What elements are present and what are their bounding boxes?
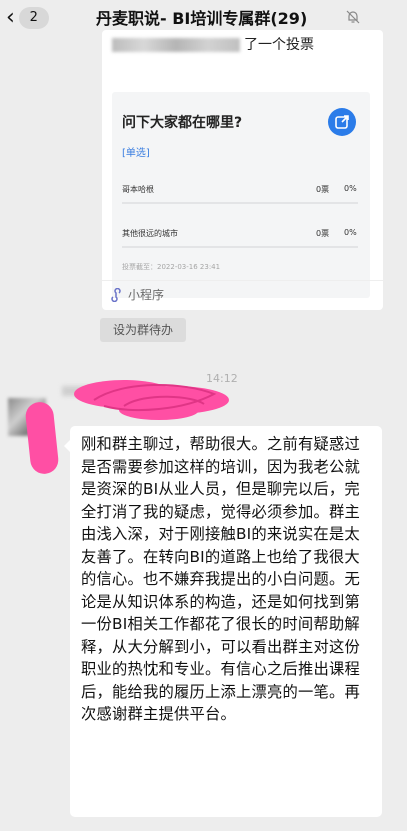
back-button[interactable]: ‹ 2 <box>6 6 58 30</box>
chevron-left-icon: ‹ <box>6 5 15 30</box>
chat-header: ‹ 2 丹麦职说- BI培训专属群(29) <box>0 0 407 34</box>
shared-poll-card[interactable]: 了一个投票 问下大家都在哪里? [单选] 哥本哈根 0票 0% 其他很远的城市 … <box>102 30 383 310</box>
poll-option-bar <box>122 202 358 204</box>
share-icon[interactable] <box>328 108 356 136</box>
mini-program-source: 小程序 <box>110 286 164 303</box>
divider <box>102 280 383 281</box>
poll-option-bar <box>122 246 358 248</box>
poll-option-votes: 0票 <box>316 185 330 194</box>
chat-title: 丹麦职说- BI培训专属群(29) <box>96 9 308 28</box>
mini-program-label: 小程序 <box>128 288 165 302</box>
unread-count-badge: 2 <box>18 7 49 29</box>
poll-option: 其他很远的城市 0票 0% <box>122 228 358 248</box>
redacted-name <box>112 38 240 52</box>
message-text: 刚和群主聊过，帮助很大。之前有疑惑过是否需要参加这样的培训，因为我老公就是资深的… <box>81 435 360 723</box>
poll-option-label: 其他很远的城市 <box>122 229 178 238</box>
redaction-scribble <box>24 400 60 476</box>
mini-program-icon <box>111 287 121 302</box>
message-bubble[interactable]: 刚和群主聊过，帮助很大。之前有疑惑过是否需要参加这样的培训，因为我老公就是资深的… <box>64 426 382 817</box>
poll-type: [单选] <box>122 148 150 159</box>
set-group-todo-button[interactable]: 设为群待办 <box>100 318 186 342</box>
card-header: 了一个投票 <box>112 34 372 58</box>
poll-option-label: 哥本哈根 <box>122 185 154 194</box>
poll-preview[interactable]: 问下大家都在哪里? [单选] 哥本哈根 0票 0% 其他很远的城市 0票 0% … <box>112 92 370 298</box>
redaction-scribble <box>74 380 229 420</box>
poll-deadline: 投票截至：2022-03-16 23:41 <box>122 263 221 271</box>
card-header-suffix: 了一个投票 <box>244 37 314 53</box>
poll-question: 问下大家都在哪里? <box>122 115 243 131</box>
poll-option-votes: 0票 <box>316 229 330 238</box>
poll-option-percent: 0% <box>344 228 357 237</box>
bell-muted-icon <box>346 10 360 24</box>
poll-option: 哥本哈根 0票 0% <box>122 184 358 204</box>
poll-option-percent: 0% <box>344 184 357 193</box>
